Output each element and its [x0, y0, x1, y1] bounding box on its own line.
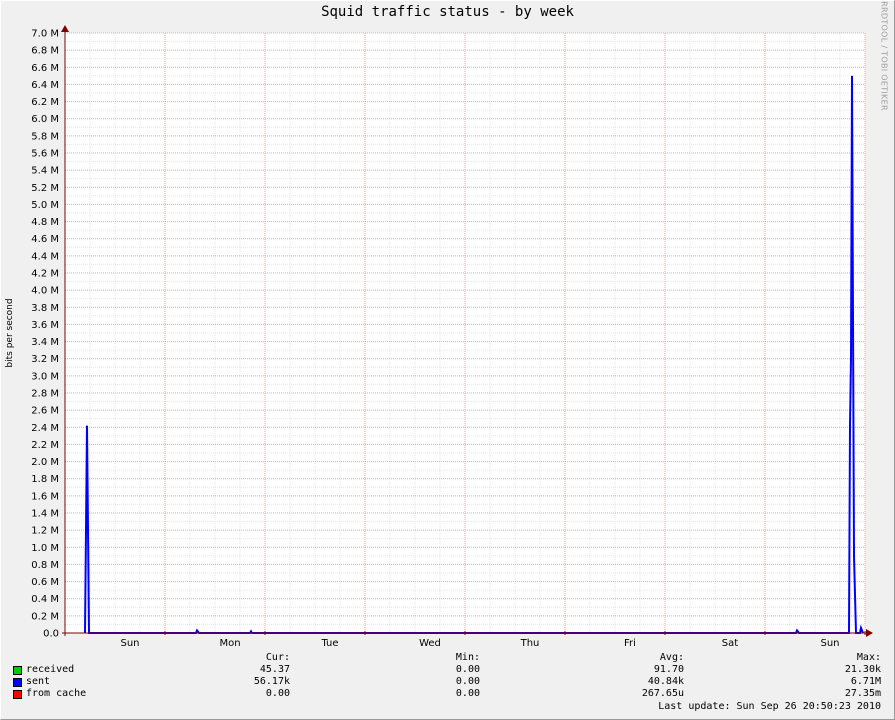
sent-swatch: [13, 678, 22, 687]
y-tick-label: 4.6 M: [31, 234, 59, 245]
x-tick-label: Sat: [722, 638, 738, 649]
legend-row-received: received 45.37 0.00 91.70 21.30k: [0, 664, 895, 676]
legend-header-avg: Avg:: [659, 652, 684, 663]
x-tick-label: Thu: [520, 638, 540, 649]
y-tick-label: 4.0 M: [31, 286, 59, 297]
y-tick-label: 6.4 M: [31, 80, 59, 91]
y-tick-label: 1.8 M: [31, 474, 59, 485]
sent-min: 0.00: [455, 676, 480, 687]
x-tick-label: Mon: [219, 638, 240, 649]
y-tick-label: 3.2 M: [31, 354, 59, 365]
from-cache-max: 27.35m: [844, 688, 881, 699]
y-axis-arrow: [61, 25, 69, 32]
legend-name-from-cache: from cache: [26, 688, 87, 699]
legend-header-min: Min:: [455, 652, 480, 663]
y-tick-label: 0.8 M: [31, 560, 59, 571]
received-cur: 45.37: [259, 664, 290, 675]
y-tick-label: 4.4 M: [31, 251, 59, 262]
y-tick-label: 6.2 M: [31, 97, 59, 108]
y-tick-label: 0.6 M: [31, 577, 59, 588]
y-tick-label: 2.8 M: [31, 389, 59, 400]
y-tick-label: 5.8 M: [31, 131, 59, 142]
y-tick-label: 4.2 M: [31, 269, 59, 280]
y-tick-label: 4.8 M: [31, 217, 59, 228]
x-tick-label: Wed: [419, 638, 441, 649]
y-tick-label: 1.2 M: [31, 526, 59, 537]
y-tick-label: 0.2 M: [31, 611, 59, 622]
x-tick-label: Sun: [820, 638, 839, 649]
legend-header-max: Max:: [856, 652, 881, 663]
from-cache-avg: 267.65u: [641, 688, 684, 699]
y-tick-labels: 0.0 0.2 M 0.4 M 0.6 M 0.8 M 1.0 M 1.2 M 1.4 M 1.…: [31, 29, 59, 640]
y-tick-label: 5.0 M: [31, 200, 59, 211]
received-avg: 91.70: [653, 664, 684, 675]
y-tick-label: 1.4 M: [31, 509, 59, 520]
last-update: Last update: Sun Sep 26 20:50:23 2010: [658, 701, 881, 712]
x-tick-labels: Sun Mon Tue Wed Thu Fri Sat Sun: [120, 638, 839, 649]
y-tick-label: 5.2 M: [31, 183, 59, 194]
from-cache-min: 0.00: [455, 688, 480, 699]
sent-avg: 40.84k: [647, 676, 684, 687]
received-max: 21.30k: [844, 664, 881, 675]
y-tick-label: 6.8 M: [31, 46, 59, 57]
sent-cur: 56.17k: [253, 676, 290, 687]
y-tick-label: 0.0: [43, 629, 59, 640]
y-tick-label: 6.0 M: [31, 114, 59, 125]
y-tick-label: 3.4 M: [31, 337, 59, 348]
plot-area: 0.0 0.2 M 0.4 M 0.6 M 0.8 M 1.0 M 1.2 M 1.4 M 1.…: [31, 25, 873, 649]
legend: Cur: Min: Avg: Max: received 45.37 0.00 …: [0, 652, 895, 702]
legend-row-from-cache: from cache 0.00 0.00 267.65u 27.35m: [0, 688, 895, 700]
received-swatch: [13, 666, 22, 675]
y-tick-label: 2.0 M: [31, 457, 59, 468]
y-tick-label: 1.6 M: [31, 491, 59, 502]
from-cache-swatch: [13, 690, 22, 699]
y-tick-label: 3.0 M: [31, 371, 59, 382]
legend-header-row: Cur: Min: Avg: Max:: [0, 652, 895, 664]
y-tick-label: 5.4 M: [31, 166, 59, 177]
from-cache-cur: 0.00: [265, 688, 290, 699]
y-tick-label: 2.4 M: [31, 423, 59, 434]
x-tick-label: Tue: [320, 638, 338, 649]
legend-name-received: received: [26, 664, 75, 675]
y-tick-label: 7.0 M: [31, 29, 59, 40]
x-tick-label: Sun: [120, 638, 139, 649]
y-tick-label: 2.2 M: [31, 440, 59, 451]
legend-row-sent: sent 56.17k 0.00 40.84k 6.71M: [0, 676, 895, 688]
legend-header-cur: Cur:: [265, 652, 290, 663]
x-tick-label: Fri: [624, 638, 636, 649]
y-tick-label: 6.6 M: [31, 63, 59, 74]
y-tick-label: 3.8 M: [31, 303, 59, 314]
x-axis-arrow: [866, 629, 873, 637]
y-tick-label: 5.6 M: [31, 149, 59, 160]
y-tick-label: 2.6 M: [31, 406, 59, 417]
sent-max: 6.71M: [850, 676, 881, 687]
y-tick-label: 3.6 M: [31, 320, 59, 331]
y-tick-label: 0.4 M: [31, 594, 59, 605]
legend-name-sent: sent: [26, 676, 51, 687]
received-min: 0.00: [455, 664, 480, 675]
y-tick-label: 1.0 M: [31, 543, 59, 554]
